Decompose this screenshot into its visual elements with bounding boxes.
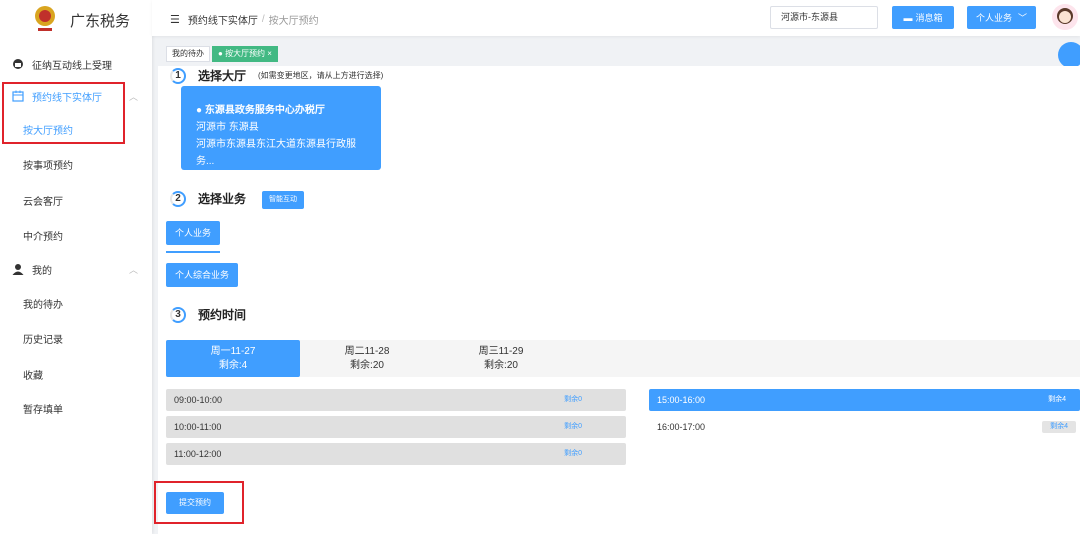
breadcrumb-item[interactable]: 预约线下实体厅 — [188, 12, 258, 27]
step-3: 3 预约时间 — [170, 306, 246, 323]
region-select[interactable]: 河源市-东源县 — [770, 6, 878, 29]
breadcrumb-current: 按大厅预约 — [268, 16, 319, 27]
main-content: 1 选择大厅 (如需变更地区，请从上方进行选择) ● 东源县政务服务中心办税厅 … — [154, 66, 1080, 534]
step-number: 3 — [170, 306, 186, 323]
sidebar-item-drafts[interactable]: 暂存填单 — [0, 396, 152, 420]
hall-city: 河源市 东源县 — [196, 122, 259, 133]
sidebar-item-favorites[interactable]: 收藏 — [0, 362, 152, 386]
menu-label: 征纳互动线上受理 — [32, 60, 112, 72]
step-number: 1 — [170, 67, 186, 84]
chevron-up-icon: ︿ — [128, 264, 138, 275]
breadcrumb: ☰ 预约线下实体厅 / 按大厅预约 — [170, 12, 319, 27]
inbox-icon: ▬ — [903, 12, 913, 23]
top-bar: ☰ 预约线下实体厅 / 按大厅预约 河源市-东源县 ▬ 消息箱 个人业务 ﹀ — [152, 0, 1080, 36]
menu-online-service[interactable]: 征纳互动线上受理 — [0, 52, 152, 76]
hall-name: ● 东源县政务服务中心办税厅 — [196, 105, 325, 116]
message-box-button[interactable]: ▬ 消息箱 — [892, 6, 954, 29]
day-selector: 周一11-27 剩余:4 周二11-28 剩余:20 周三11-29 剩余:20 — [166, 340, 1080, 377]
hall-card[interactable]: ● 东源县政务服务中心办税厅 河源市 东源县 河源市东源县东江大道东源县行政服务… — [181, 86, 381, 170]
step-1: 1 选择大厅 (如需变更地区，请从上方进行选择) — [170, 67, 383, 84]
tab-underline — [166, 251, 220, 253]
smart-interact-button[interactable]: 智能互动 — [262, 191, 304, 209]
business-personal-general-button[interactable]: 个人综合业务 — [166, 263, 239, 287]
hall-address: 河源市东源县东江大道东源县行政服务... — [196, 139, 356, 167]
highlight-box — [2, 82, 125, 144]
avatar[interactable] — [1052, 4, 1078, 30]
business-personal-button[interactable]: 个人业务 — [166, 221, 221, 245]
sidebar-item-history[interactable]: 历史记录 — [0, 326, 152, 350]
tag-my-todo[interactable]: 我的待办 — [166, 46, 210, 62]
close-icon[interactable]: × — [265, 49, 272, 58]
time-slot[interactable]: 16:00-17:00 剩余4 — [649, 416, 1080, 438]
tax-emblem-logo — [35, 6, 55, 31]
time-slot[interactable]: 10:00-11:00 剩余0 — [166, 416, 626, 438]
sidebar-item-agency-booking[interactable]: 中介预约 — [0, 223, 152, 247]
sidebar: 广东税务 征纳互动线上受理 预约线下实体厅 ︿ 按大厅预约 按事项预约 云会客厅… — [0, 0, 152, 534]
time-slot[interactable]: 09:00-10:00 剩余0 — [166, 389, 626, 411]
tag-bar: 我的待办 ● 按大厅预约 × — [152, 44, 1080, 64]
step-title: 选择业务 — [198, 192, 247, 206]
sidebar-item-my-todo[interactable]: 我的待办 — [0, 291, 152, 315]
headset-icon — [13, 59, 23, 69]
support-float-button[interactable] — [1058, 42, 1080, 68]
day-tab[interactable]: 周三11-29 剩余:20 — [434, 340, 568, 377]
highlight-box — [154, 481, 244, 524]
step-title: 选择大厅 — [198, 69, 247, 83]
step-hint: (如需变更地区，请从上方进行选择) — [258, 71, 384, 80]
tag-hall-booking[interactable]: ● 按大厅预约 × — [212, 46, 278, 62]
step-number: 2 — [170, 190, 186, 207]
menu-label: 我的 — [32, 265, 52, 277]
day-tab[interactable]: 周二11-28 剩余:20 — [300, 340, 434, 377]
time-slot[interactable]: 11:00-12:00 剩余0 — [166, 443, 626, 465]
day-tab[interactable]: 周一11-27 剩余:4 — [166, 340, 300, 377]
menu-mine[interactable]: 我的 ︿ — [0, 257, 152, 281]
menu-toggle-icon[interactable]: ☰ — [170, 13, 180, 26]
chevron-up-icon: ︿ — [128, 91, 138, 102]
time-slot-selected[interactable]: 15:00-16:00 剩余4 — [649, 389, 1080, 411]
user-icon — [12, 264, 24, 275]
app-title: 广东税务 — [70, 13, 131, 30]
chevron-down-icon: ﹀ — [1018, 13, 1028, 23]
business-type-dropdown[interactable]: 个人业务 ﹀ — [967, 6, 1036, 29]
step-title: 预约时间 — [198, 308, 247, 322]
step-2: 2 选择业务 — [170, 190, 246, 207]
sidebar-item-cloud-hall[interactable]: 云会客厅 — [0, 188, 152, 212]
sidebar-item-matter-booking[interactable]: 按事项预约 — [0, 152, 152, 176]
